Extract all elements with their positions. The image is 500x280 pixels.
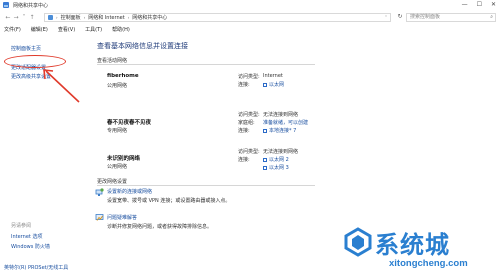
access-type-value: Internet — [263, 73, 283, 79]
setup-connection-link[interactable]: 设置新的连接或网络 — [107, 188, 152, 195]
breadcrumb-control-panel[interactable]: 控制面板 — [61, 14, 81, 21]
access-type-key: 访问类型: — [238, 74, 260, 80]
address-dropdown-icon[interactable]: ˅ — [385, 15, 387, 20]
network-type[interactable]: 公用网络 — [107, 82, 127, 89]
maximize-button[interactable]: ☐ — [477, 1, 482, 8]
address-bar: ← → ˅ ↑ › 控制面板 › 网络和 Internet › 网络和共享中心 … — [0, 10, 500, 24]
network-type[interactable]: 公用网络 — [107, 163, 127, 170]
menu-help[interactable]: 帮助(H) — [112, 26, 130, 35]
intel-proset-link[interactable]: 英特尔(R) PROSet/无线工具 — [4, 264, 68, 271]
homegroup-key: 家庭组: — [238, 120, 255, 126]
see-also-label: 另请参阅 — [11, 223, 32, 229]
watermark: 系统城 xitongcheng.com — [343, 225, 500, 280]
network-name: fiberhome — [107, 73, 139, 79]
connection-link-label: 以太网 — [269, 82, 285, 88]
menu-edit[interactable]: 编辑(E) — [31, 26, 48, 35]
control-panel-home-link[interactable]: 控制面板主页 — [11, 45, 41, 52]
access-type-value: 无法连接到网络 — [263, 149, 299, 155]
homegroup-link[interactable]: 准备就绪，可以创建 — [263, 119, 308, 126]
menu-view[interactable]: 查看(V) — [58, 26, 75, 35]
access-type-value: 无法连接到网络 — [263, 112, 299, 118]
windows-firewall-link[interactable]: Windows 防火墙 — [11, 243, 50, 250]
connection-link[interactable]: 本地连接* 7 — [263, 127, 296, 134]
close-button[interactable]: ✕ — [491, 1, 496, 8]
network-name: 春不见夜春不见夜 — [107, 120, 152, 126]
active-networks-label: 查看活动网络 — [97, 58, 128, 64]
network-type[interactable]: 专用网络 — [107, 127, 127, 134]
setup-connection-desc: 设置宽带、拨号或 VPN 连接；或设置路由器或接入点。 — [107, 198, 231, 204]
menu-tools[interactable]: 工具(T) — [85, 26, 102, 35]
ethernet-icon — [263, 157, 267, 162]
connection-key: 连接: — [238, 82, 250, 88]
back-arrow-icon[interactable]: ← — [4, 14, 12, 21]
control-panel-icon — [48, 15, 53, 20]
window-title: 网络和共享中心 — [13, 2, 49, 9]
search-placeholder: 搜索控制面板 — [410, 14, 441, 20]
access-type-key: 访问类型: — [238, 149, 260, 155]
connection-link-label: 以太网 2 — [269, 157, 289, 163]
access-type-key: 访问类型: — [238, 112, 260, 118]
change-settings-label: 更改网络设置 — [97, 179, 128, 185]
watermark-cn: 系统城 — [375, 231, 450, 259]
breadcrumb-separator-icon: › — [83, 15, 86, 20]
menu-bar: 文件(F) 编辑(E) 查看(V) 工具(T) 帮助(H) — [0, 26, 500, 35]
internet-options-link[interactable]: Internet 选项 — [11, 233, 42, 240]
network-center-icon — [3, 2, 9, 8]
highlight-ellipse — [4, 55, 66, 68]
up-arrow-icon[interactable]: ↑ — [28, 14, 36, 21]
watermark-logo-icon — [344, 227, 372, 257]
highlight-arrow-icon — [43, 69, 80, 103]
watermark-en: xitongcheng.com — [389, 258, 468, 269]
breadcrumb-separator-icon: › — [56, 15, 58, 20]
network-name: 未识别的网络 — [107, 156, 141, 162]
menu-file[interactable]: 文件(F) — [4, 26, 21, 35]
connection-link[interactable]: 以太网 — [263, 81, 284, 88]
ethernet-icon — [263, 165, 267, 170]
page-heading: 查看基本网络信息并设置连接 — [97, 42, 188, 50]
title-bar: 网络和共享中心 — ☐ ✕ — [0, 0, 500, 10]
troubleshoot-icon — [95, 214, 104, 221]
connection-link[interactable]: 以太网 3 — [263, 164, 289, 171]
divider — [97, 185, 315, 186]
connection-link[interactable]: 以太网 2 — [263, 156, 289, 163]
troubleshoot-link[interactable]: 问题疑难解答 — [107, 214, 137, 221]
search-icon[interactable]: ⌕ — [490, 14, 493, 21]
breadcrumb-network-sharing[interactable]: 网络和共享中心 — [132, 14, 167, 21]
ethernet-icon — [263, 82, 267, 87]
recent-chevron-icon[interactable]: ˅ — [20, 14, 28, 21]
wifi-adapter-icon — [263, 128, 267, 133]
breadcrumb-separator-icon: › — [127, 15, 130, 20]
minimize-button[interactable]: — — [462, 1, 468, 8]
refresh-icon[interactable]: ↻ — [395, 13, 405, 22]
connection-key: 连接: — [238, 157, 250, 163]
breadcrumb-network-internet[interactable]: 网络和 Internet — [88, 14, 124, 21]
search-input[interactable]: 搜索控制面板 ⌕ — [406, 13, 496, 22]
divider — [97, 64, 315, 65]
connection-key: 连接: — [238, 128, 250, 134]
connection-link-label: 本地连接* 7 — [269, 128, 297, 134]
window-controls: — ☐ ✕ — [462, 1, 496, 8]
troubleshoot-desc: 诊断并修复网络问题，或者获得故障排除信息。 — [107, 224, 213, 230]
forward-arrow-icon[interactable]: → — [12, 14, 20, 21]
connection-link-label: 以太网 3 — [269, 165, 289, 171]
new-connection-icon — [95, 188, 104, 196]
breadcrumb[interactable]: › 控制面板 › 网络和 Internet › 网络和共享中心 ˅ — [44, 13, 391, 22]
